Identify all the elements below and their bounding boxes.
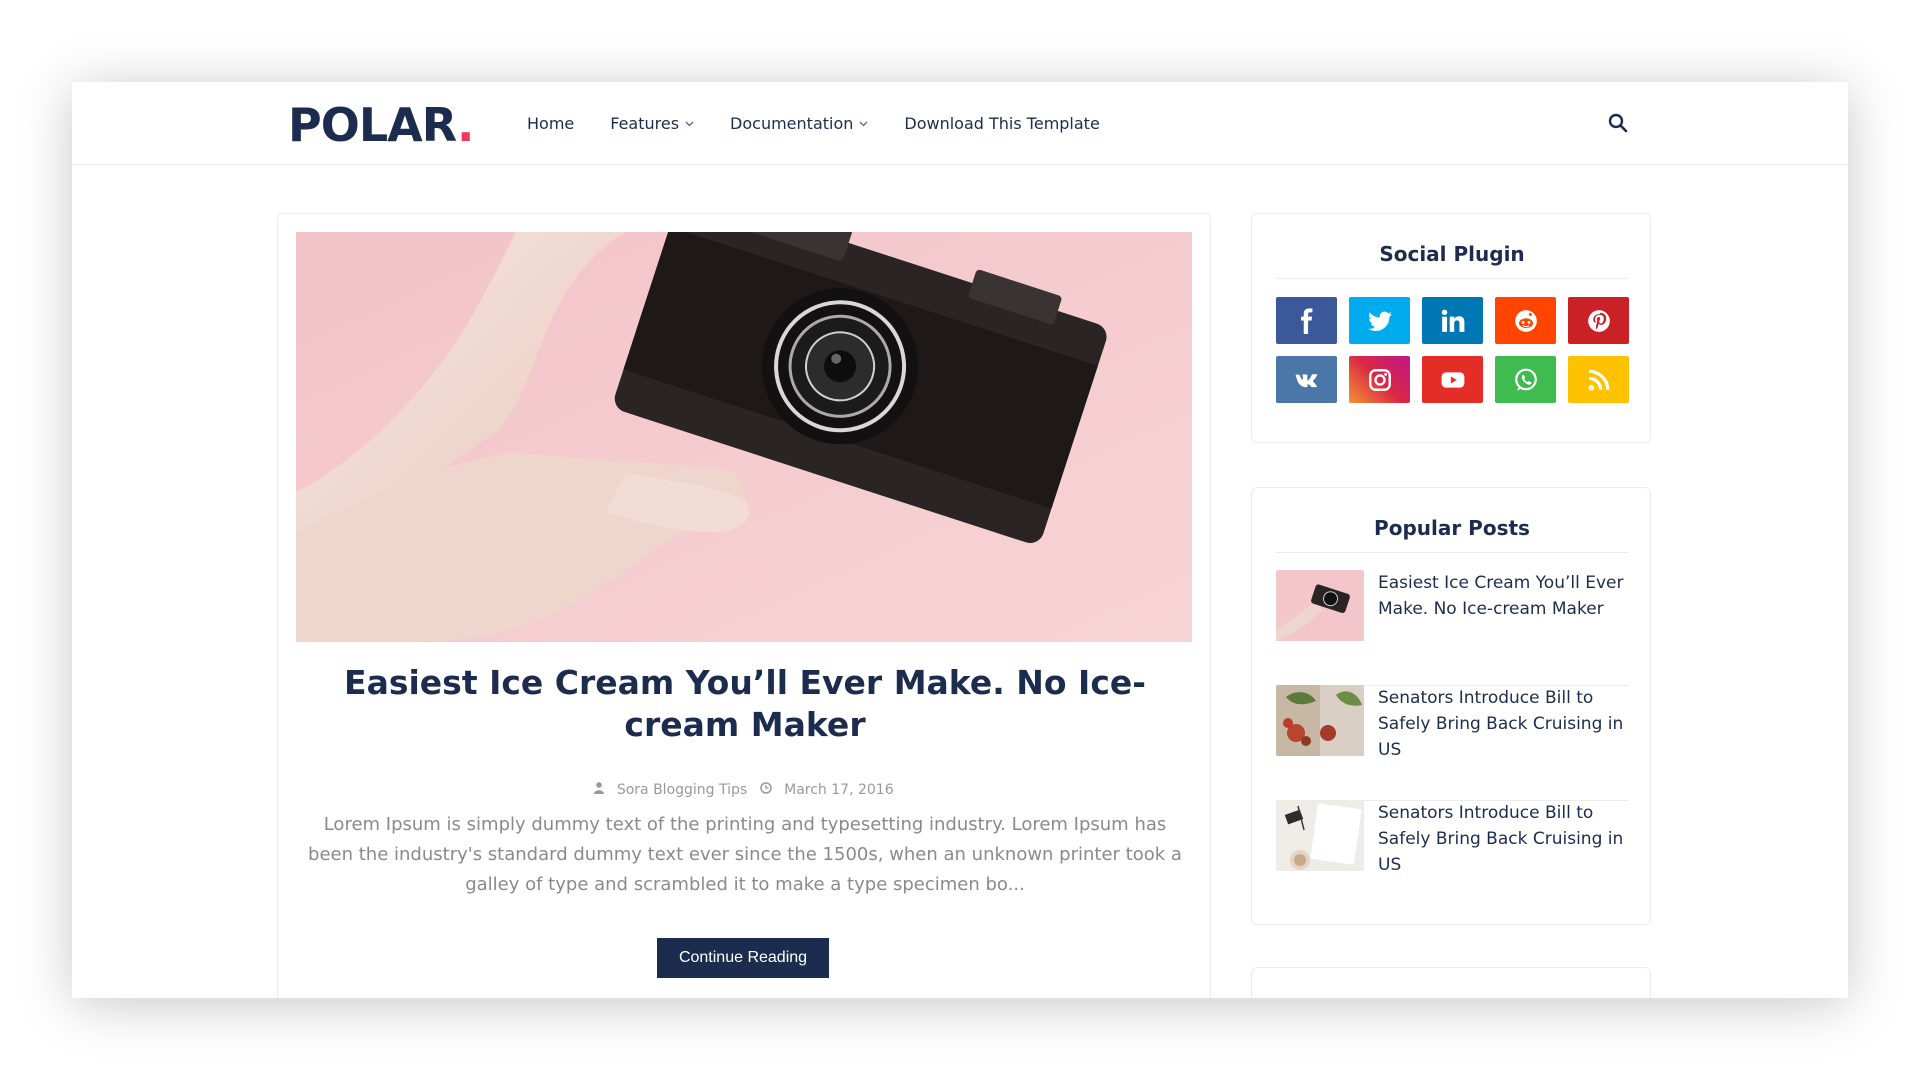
reddit-icon [1514, 309, 1537, 332]
nav-label: Documentation [730, 114, 854, 133]
pinterest-icon [1587, 309, 1610, 332]
featured-post-card: Easiest Ice Cream You’ll Ever Make. No I… [277, 213, 1211, 998]
popular-post-title: Senators Introduce Bill to Safely Bring … [1378, 803, 1624, 875]
twitter-button[interactable] [1349, 297, 1410, 344]
whatsapp-icon [1514, 368, 1537, 391]
site-header: POLAR. Home Features Documentation Downl… [72, 82, 1848, 165]
instagram-icon [1368, 368, 1391, 391]
author-icon [594, 782, 608, 798]
reddit-button[interactable] [1495, 297, 1556, 344]
post-date: March 17, 2016 [784, 782, 894, 798]
linkedin-icon [1441, 309, 1464, 332]
nav-item-download-template[interactable]: Download This Template [904, 114, 1099, 133]
site-logo[interactable]: POLAR. [288, 98, 475, 152]
post-meta: Sora Blogging Tips March 17, 2016 [278, 782, 1210, 798]
popular-post-title: Easiest Ice Cream You’ll Ever Make. No I… [1378, 573, 1624, 619]
popular-post-thumbnail[interactable] [1276, 800, 1364, 871]
nav-item-features[interactable]: Features [610, 114, 694, 133]
widget-title: Social Plugin [1276, 242, 1628, 279]
nav-label: Home [527, 114, 575, 133]
vk-icon [1294, 373, 1317, 387]
post-image[interactable] [296, 232, 1192, 642]
youtube-button[interactable] [1422, 356, 1483, 403]
facebook-button[interactable] [1276, 297, 1337, 344]
logo-dot: . [457, 98, 475, 152]
continue-reading-button[interactable]: Continue Reading [657, 938, 829, 978]
popular-post-item[interactable]: Easiest Ice Cream You’ll Ever Make. No I… [1276, 570, 1628, 685]
facebook-icon [1300, 308, 1312, 334]
youtube-icon [1441, 371, 1464, 388]
rss-button[interactable] [1568, 356, 1629, 403]
logo-text: POLAR [288, 98, 458, 152]
clock-icon [759, 782, 776, 798]
nav-item-home[interactable]: Home [527, 114, 574, 133]
linkedin-button[interactable] [1422, 297, 1483, 344]
whatsapp-button[interactable] [1495, 356, 1556, 403]
social-grid [1276, 297, 1629, 403]
chevron-down-icon [859, 117, 868, 130]
main-nav: Home Features Documentation Download Thi… [527, 82, 1136, 165]
widget-title: Popular Posts [1276, 516, 1628, 553]
popular-posts-widget: Popular Posts Easiest Ice Cream You’ll E… [1251, 487, 1651, 925]
post-excerpt: Lorem Ipsum is simply dummy text of the … [308, 814, 1182, 895]
browser-frame: POLAR. Home Features Documentation Downl… [72, 82, 1848, 998]
post-title[interactable]: Easiest Ice Cream You’ll Ever Make. No I… [318, 662, 1172, 746]
social-plugin-widget: Social Plugin [1251, 213, 1651, 443]
vk-button[interactable] [1276, 356, 1337, 403]
rss-icon [1588, 369, 1609, 390]
nav-label: Download This Template [904, 114, 1100, 133]
twitter-icon [1367, 311, 1392, 331]
popular-post-thumbnail[interactable] [1276, 570, 1364, 641]
search-icon[interactable] [1608, 113, 1628, 133]
popular-post-title: Senators Introduce Bill to Safely Bring … [1378, 688, 1624, 760]
chevron-down-icon [685, 117, 694, 130]
pinterest-button[interactable] [1568, 297, 1629, 344]
popular-post-item[interactable]: Senators Introduce Bill to Safely Bring … [1276, 800, 1628, 915]
sidebar-widget [1251, 967, 1651, 998]
popular-post-item[interactable]: Senators Introduce Bill to Safely Bring … [1276, 685, 1628, 800]
popular-post-thumbnail[interactable] [1276, 685, 1364, 756]
nav-label: Features [610, 114, 680, 133]
post-author[interactable]: Sora Blogging Tips [617, 782, 747, 798]
instagram-button[interactable] [1349, 356, 1410, 403]
nav-item-documentation[interactable]: Documentation [730, 114, 868, 133]
